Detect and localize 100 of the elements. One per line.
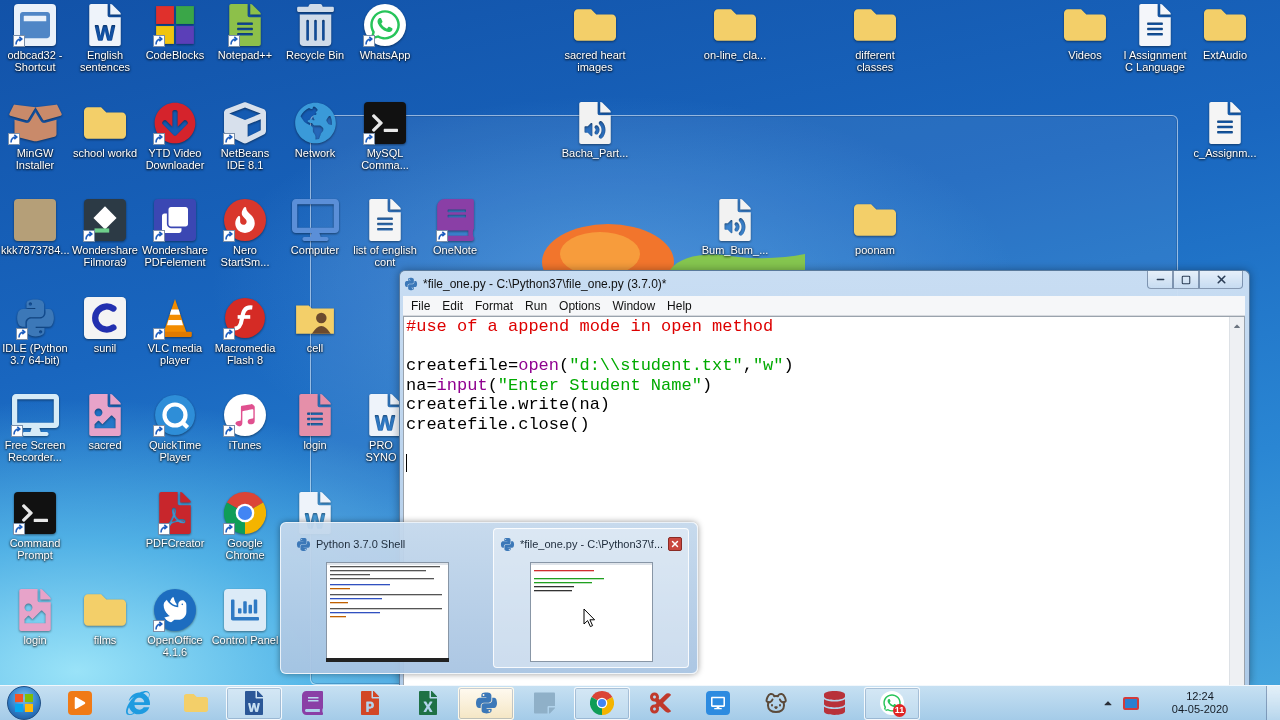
flame-icon[interactable] [224, 199, 266, 241]
window-preview-drawing[interactable] [325, 562, 449, 662]
scrollbar[interactable] [1229, 317, 1244, 685]
menu-item[interactable]: Format [469, 296, 520, 315]
menu-item[interactable]: Help [661, 296, 698, 315]
cube-icon[interactable] [224, 101, 266, 144]
desktop-icon-label[interactable]: poonam [855, 244, 895, 256]
overlapping-squares-icon[interactable] [154, 199, 196, 241]
program-window-icon[interactable] [14, 4, 56, 46]
desktop-icon-label[interactable]: sunil [93, 341, 117, 354]
flash-disc-icon[interactable] [224, 296, 266, 339]
chart-panel-icon[interactable] [224, 589, 266, 631]
clock-date[interactable]: 04-05-2020 [1171, 703, 1229, 716]
ring-icon[interactable] [154, 394, 196, 436]
desktop-icon-label[interactable]: IDLE (Python 3.7 64-bit) [1, 341, 69, 366]
menu-item[interactable]: File [405, 296, 437, 315]
screen-tile-icon [706, 691, 730, 715]
desktop-icon-label[interactable]: Wondershare PDFelement [141, 244, 209, 268]
audio-file-icon[interactable] [579, 101, 611, 144]
desktop-icon-label[interactable]: c_Assignm... [1193, 146, 1257, 159]
desktop-icon-label[interactable]: Macromedia Flash 8 [211, 341, 279, 366]
dove-icon[interactable] [154, 589, 196, 631]
desktop-icon-label[interactable]: Notepad++ [217, 49, 273, 61]
desktop-icon-label[interactable]: sacred [88, 439, 122, 451]
desktop-icon-label[interactable]: kkk7873784... [1, 244, 69, 256]
clock-time[interactable]: 12:24 [1186, 690, 1214, 703]
desktop-icon-label[interactable]: Bacha_Part... [561, 146, 629, 159]
desktop-icon-label[interactable]: QuickTime Player [141, 439, 209, 463]
document-icon[interactable] [1139, 4, 1171, 46]
desktop-icon-label[interactable]: on-line_cla... [703, 49, 767, 61]
browser-icon[interactable] [224, 491, 266, 534]
desktop-icon-label[interactable]: PRO SYNO [364, 439, 398, 463]
minimize-button[interactable] [1147, 271, 1173, 289]
maximize-button[interactable] [1173, 271, 1199, 289]
start-button[interactable] [7, 686, 41, 720]
desktop-icon-label[interactable]: Recycle Bin [285, 49, 345, 61]
trash-icon[interactable] [296, 4, 334, 46]
desktop-icon-label[interactable]: VLC media player [141, 341, 209, 366]
music-note-icon[interactable] [224, 394, 266, 436]
menu-item[interactable]: Run [519, 296, 554, 315]
image-file-icon[interactable] [89, 394, 121, 436]
close-button[interactable] [1199, 271, 1243, 289]
document-icon[interactable] [89, 4, 121, 46]
text-file-icon[interactable] [1209, 101, 1241, 144]
menu-item[interactable]: Edit [436, 296, 470, 315]
arc-tile-icon[interactable] [84, 296, 126, 339]
desktop-icon-label[interactable]: school workd [72, 146, 138, 159]
text-file-icon[interactable] [369, 199, 401, 241]
taskbar-button[interactable] [458, 686, 514, 720]
desktop-icon-label[interactable]: iTunes [228, 439, 262, 451]
thumbnail-title[interactable]: *file_one.py - C:\Python37\f... [520, 538, 664, 550]
desktop-icon-label[interactable]: login [303, 439, 327, 451]
desktop-icon-label[interactable]: Wondershare Filmora9 [71, 244, 139, 268]
download-icon[interactable] [154, 101, 196, 144]
desktop-icon-label[interactable]: YTD Video Downloader [141, 146, 209, 171]
desktop-icon-label[interactable]: Computer [290, 244, 340, 256]
desktop-icon-label[interactable]: WhatsApp [359, 49, 411, 61]
taskbar-button[interactable] [226, 686, 282, 720]
monitor-icon[interactable] [11, 394, 59, 436]
code-line: na=input("Enter Student Name") [406, 375, 713, 396]
desktop-icon-label[interactable]: odbcad32 - Shortcut [1, 49, 69, 73]
tray-app-icon[interactable] [1123, 696, 1139, 710]
desktop-icon-label[interactable]: NetBeans IDE 8.1 [211, 146, 279, 171]
document-icon[interactable] [369, 394, 401, 436]
taskbar-button[interactable]: 11 [864, 686, 920, 720]
desktop-icon-label[interactable]: CodeBlocks [145, 49, 205, 61]
diamond-tile-icon[interactable] [84, 199, 126, 241]
close-icon [1214, 273, 1228, 286]
desktop-icon-label[interactable]: Videos [1068, 49, 1102, 61]
desktop-icon-label[interactable]: I Assignment C Language [1121, 49, 1189, 73]
note-icon [533, 691, 555, 715]
terminal-icon[interactable] [14, 491, 56, 534]
thumbnail-title[interactable]: Python 3.7.0 Shell [316, 538, 406, 550]
desktop-icon-label[interactable]: Network [294, 146, 336, 159]
desktop-icon-label[interactable]: OneNote [433, 244, 477, 256]
thumbnail-highlight[interactable]: *file_one.py - C:\Python37\f... [493, 528, 690, 668]
desktop-icon-label[interactable]: ExtAudio [1203, 49, 1247, 61]
pdf-file-icon[interactable] [159, 491, 191, 534]
desktop-icon-label[interactable]: MySQL Comma... [351, 146, 419, 171]
audio-file-icon[interactable] [719, 199, 751, 241]
terminal-icon[interactable] [364, 101, 406, 144]
desktop-icon-label[interactable]: cell [306, 341, 324, 354]
desktop-icon-label[interactable]: English sentences [71, 49, 139, 73]
desktop-icon-label[interactable]: MinGW Installer [1, 146, 69, 171]
menu-item[interactable]: Options [553, 296, 607, 315]
desktop-icon-label[interactable]: list of english cont [351, 244, 419, 268]
desktop-icon-label[interactable]: Nero StartSm... [211, 244, 279, 268]
desktop-icon-label[interactable]: Free Screen Recorder... [1, 439, 69, 463]
desktop-icon-label[interactable]: sacred heart images [561, 49, 629, 73]
taskbar-button[interactable] [574, 686, 630, 720]
code-line: #use of a append mode in open method [406, 317, 774, 337]
chat-icon[interactable] [364, 4, 406, 46]
notepad-icon[interactable] [229, 4, 261, 46]
desktop-icon-label[interactable]: Bum_Bum_... [701, 244, 769, 256]
notebook-icon[interactable] [436, 199, 474, 241]
menu-item[interactable]: Window [606, 296, 662, 315]
globe-icon[interactable] [294, 101, 336, 144]
squares-grid-icon[interactable] [154, 4, 196, 46]
desktop-icon-label[interactable]: different classes [841, 49, 909, 73]
close-button[interactable] [668, 537, 683, 551]
